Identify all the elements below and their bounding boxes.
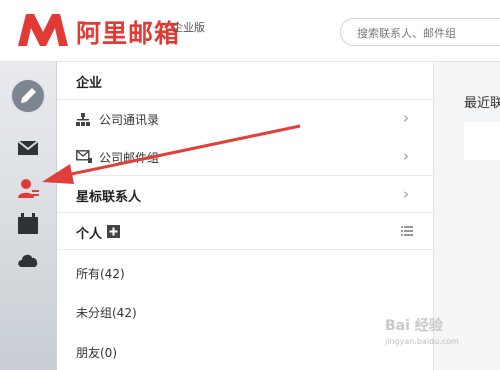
watermark-url: jingyan.baidu.com (385, 337, 459, 346)
baidu-watermark: Bai 经验 jingyan.baidu.com (385, 315, 459, 346)
watermark-text: Bai 经验 (385, 318, 443, 334)
